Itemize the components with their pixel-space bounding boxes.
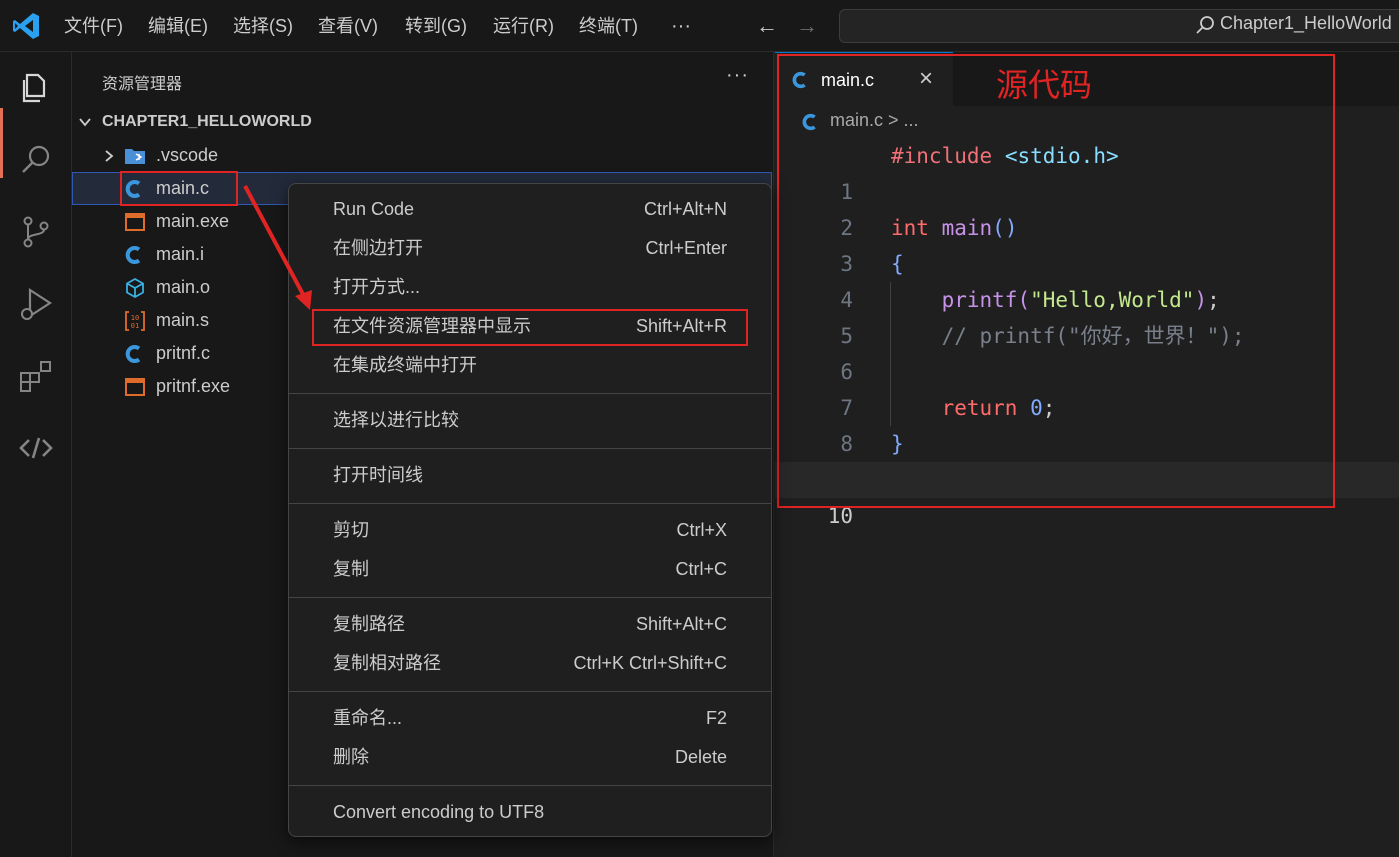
svg-text:01: 01 (131, 322, 139, 330)
workspace-folder-header[interactable]: CHAPTER1_HELLOWORLD (72, 106, 772, 138)
menu-item-select-for-compare[interactable]: 选择以进行比较 (289, 402, 771, 438)
svg-text:10: 10 (131, 314, 139, 322)
menu-separator (289, 393, 771, 394)
tree-item-label: pritnf.exe (156, 376, 231, 396)
asm-file-icon: 10 01 (125, 311, 145, 331)
explorer-title: 资源管理器 (102, 76, 183, 93)
annotation-box-main-c (120, 171, 238, 206)
active-indicator (0, 108, 3, 178)
menu-selection[interactable]: 选择(S) (233, 0, 293, 52)
menu-item-copy[interactable]: 复制 Ctrl+C (289, 551, 771, 587)
tree-item-label: .vscode (156, 145, 219, 165)
menu-view[interactable]: 查看(V) (318, 0, 378, 52)
menu-item-delete[interactable]: 删除 Delete (289, 739, 771, 775)
menu-edit[interactable]: 编辑(E) (148, 0, 208, 52)
exe-file-icon (125, 213, 145, 231)
menu-item-open-timeline[interactable]: 打开时间线 (289, 457, 771, 493)
menu-more-icon[interactable]: ··· (671, 0, 691, 52)
menu-separator (289, 691, 771, 692)
explorer-icon[interactable] (16, 68, 56, 108)
vscode-folder-icon (125, 149, 145, 164)
tree-item-vscode[interactable]: .vscode (72, 139, 772, 172)
tree-item-label: main.s (156, 310, 210, 330)
chevron-down-icon (79, 118, 91, 127)
run-debug-icon[interactable] (16, 284, 56, 324)
c-file-icon (125, 246, 141, 264)
menu-item-copy-relative-path[interactable]: 复制相对路径 Ctrl+K Ctrl+Shift+C (289, 645, 771, 681)
tree-item-label: main.i (156, 244, 205, 264)
title-bar: 文件(F) 编辑(E) 选择(S) 查看(V) 转到(G) 运行(R) 终端(T… (0, 0, 1399, 52)
back-arrow-icon[interactable]: ← (756, 12, 778, 40)
menu-terminal[interactable]: 终端(T) (579, 0, 638, 52)
menu-item-open-in-terminal[interactable]: 在集成终端中打开 (289, 347, 771, 383)
search-icon (1196, 16, 1214, 34)
menu-file[interactable]: 文件(F) (64, 0, 123, 52)
search-text: Chapter1_HelloWorld (1220, 13, 1392, 33)
menu-item-open-with[interactable]: 打开方式... (289, 269, 771, 305)
annotation-box-source-code (777, 54, 1335, 508)
source-control-icon[interactable] (16, 212, 56, 252)
workspace-folder-name: CHAPTER1_HELLOWORLD (102, 113, 312, 130)
menu-run[interactable]: 运行(R) (493, 0, 554, 52)
menu-item-cut[interactable]: 剪切 Ctrl+X (289, 512, 771, 548)
menu-go[interactable]: 转到(G) (405, 0, 467, 52)
menu-separator (289, 503, 771, 504)
extensions-icon[interactable] (16, 356, 56, 396)
forward-arrow-icon[interactable]: → (796, 12, 818, 40)
c-file-icon (125, 345, 141, 363)
vscode-logo-icon[interactable] (10, 10, 42, 42)
chevron-right-icon (105, 150, 114, 162)
remote-explorer-icon[interactable] (16, 428, 56, 468)
exe-file-icon (125, 378, 145, 396)
object-file-icon (126, 277, 144, 299)
tree-item-label: pritnf.c (156, 343, 211, 363)
menu-separator (289, 785, 771, 786)
explorer-more-icon[interactable]: ··· (726, 64, 749, 87)
menu-item-rename[interactable]: 重命名... F2 (289, 700, 771, 736)
tree-item-label: main.exe (156, 211, 230, 231)
annotation-label: 源代码 (996, 66, 1093, 104)
search-view-icon[interactable] (16, 140, 56, 180)
annotation-box-reveal-item (312, 309, 748, 346)
menu-separator (289, 597, 771, 598)
menu-item-open-to-side[interactable]: 在侧边打开 Ctrl+Enter (289, 230, 771, 266)
tree-item-label: main.o (156, 277, 211, 297)
menu-item-copy-path[interactable]: 复制路径 Shift+Alt+C (289, 606, 771, 642)
context-menu: Run Code Ctrl+Alt+N 在侧边打开 Ctrl+Enter 打开方式.… (288, 183, 772, 837)
menu-separator (289, 448, 771, 449)
menu-item-convert-utf8[interactable]: Convert encoding to UTF8 (289, 794, 771, 830)
menu-item-run-code[interactable]: Run Code Ctrl+Alt+N (289, 191, 771, 227)
activity-bar (0, 52, 72, 857)
